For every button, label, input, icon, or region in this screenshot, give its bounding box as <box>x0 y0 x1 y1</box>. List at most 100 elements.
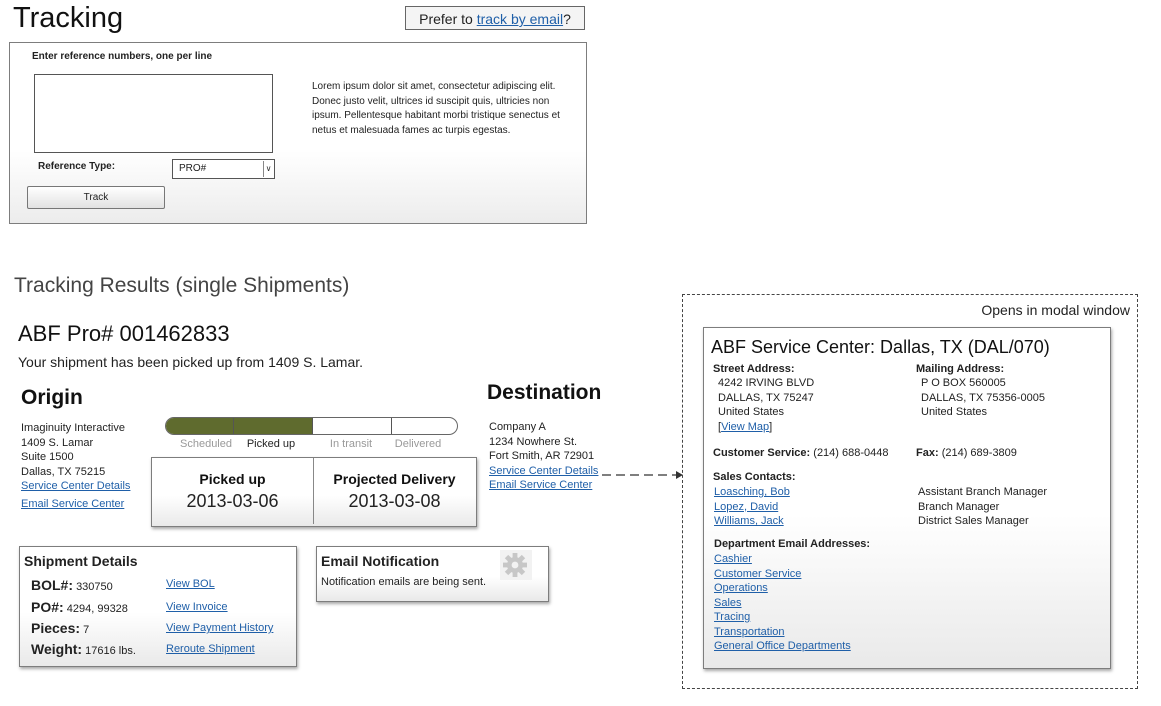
shipment-details-title: Shipment Details <box>24 553 138 569</box>
tracking-form-panel: Enter reference numbers, one per line Lo… <box>9 42 587 224</box>
projected-delivery-label: Projected Delivery <box>333 471 456 487</box>
department-emails-label: Department Email Addresses: <box>714 538 871 550</box>
shipment-status-message: Your shipment has been picked up from 14… <box>18 354 364 370</box>
email-suffix-text: ? <box>563 11 571 27</box>
detail-key: BOL#: <box>31 577 73 593</box>
reference-type-label: Reference Type: <box>38 161 116 172</box>
email-prefix-text: Prefer to <box>419 11 477 27</box>
reference-numbers-label: Enter reference numbers, one per line <box>32 51 213 62</box>
detail-row-po: PO#: 4294, 99328 <box>31 599 128 615</box>
progress-divider <box>312 418 313 434</box>
detail-value: 330750 <box>76 581 113 593</box>
street-line: United States <box>718 406 785 418</box>
origin-line: Dallas, TX 75215 <box>21 465 106 478</box>
projected-delivery-cell: Projected Delivery 2013-03-08 <box>314 458 475 524</box>
email-notification-title: Email Notification <box>321 553 440 569</box>
street-line: 4242 IRVING BLVD <box>718 377 815 389</box>
gear-icon[interactable] <box>500 550 532 580</box>
destination-line: Fort Smith, AR 72901 <box>489 450 595 463</box>
origin-address: Imaginuity Interactive 1409 S. Lamar Sui… <box>21 421 130 512</box>
street-address-label: Street Address: <box>713 363 795 375</box>
progress-fill <box>166 418 312 434</box>
view-payment-history-link[interactable]: View Payment History <box>166 622 273 634</box>
detail-value: 4294, 99328 <box>66 603 128 615</box>
detail-value: 7 <box>83 624 90 636</box>
department-email-link[interactable]: Tracing <box>714 611 750 623</box>
fax-row: Fax: (214) 689-3809 <box>916 446 1017 461</box>
stage-label-picked-up: Picked up <box>246 438 296 450</box>
stage-label-delivered: Delivered <box>394 438 442 450</box>
view-invoice-link[interactable]: View Invoice <box>166 601 228 613</box>
sales-contact-link[interactable]: Loasching, Bob <box>714 486 790 498</box>
department-email-link[interactable]: Customer Service <box>714 568 801 580</box>
sales-contact-roles: Assistant Branch Manager Branch Manager … <box>918 485 1047 529</box>
department-email-link[interactable]: Operations <box>714 582 768 594</box>
mailing-line: P O BOX 560005 <box>921 377 1006 389</box>
results-heading: Tracking Results (single Shipments) <box>14 274 350 297</box>
picked-up-date: 2013-03-06 <box>186 491 279 511</box>
customer-service-row: Customer Service: (214) 688-0448 <box>713 446 889 461</box>
destination-address: Company A 1234 Nowhere St. Fort Smith, A… <box>489 420 598 493</box>
department-email-link[interactable]: Cashier <box>714 553 752 565</box>
department-email-list: Cashier Customer Service Operations Sale… <box>714 552 851 654</box>
department-email-link[interactable]: Sales <box>714 597 742 609</box>
detail-key: Pieces: <box>31 620 81 636</box>
origin-service-center-link[interactable]: Service Center Details <box>21 480 130 492</box>
reference-type-value: PRO# <box>179 163 207 174</box>
sales-contact-role: Branch Manager <box>918 500 1000 513</box>
track-by-email-box: Prefer to track by email? <box>405 6 585 30</box>
mailing-line: United States <box>921 406 988 418</box>
sales-contacts-label: Sales Contacts: <box>713 471 796 483</box>
stage-label-in-transit: In transit <box>329 438 373 450</box>
view-bol-link[interactable]: View BOL <box>166 578 215 590</box>
destination-service-center-link[interactable]: Service Center Details <box>489 465 598 477</box>
picked-up-cell: Picked up 2013-03-06 <box>152 458 313 524</box>
mailing-address-label: Mailing Address: <box>916 363 1005 375</box>
street-address: 4242 IRVING BLVD DALLAS, TX 75247 United… <box>718 377 815 433</box>
service-center-modal: ABF Service Center: Dallas, TX (DAL/070)… <box>703 327 1111 669</box>
sales-contact-role: Assistant Branch Manager <box>918 486 1048 498</box>
modal-connector-arrow <box>602 471 683 479</box>
destination-email-service-center-link[interactable]: Email Service Center <box>489 479 592 491</box>
destination-title: Destination <box>487 381 602 404</box>
detail-row-bol: BOL#: 330750 <box>31 577 113 593</box>
reroute-shipment-link[interactable]: Reroute Shipment <box>166 643 255 655</box>
detail-row-weight: Weight: 17616 lbs. <box>31 641 136 657</box>
customer-service-label: Customer Service: <box>713 447 811 459</box>
chevron-down-icon[interactable]: ∨ <box>263 161 273 177</box>
department-email-link[interactable]: Transportation <box>714 626 785 638</box>
destination-line: Company A <box>489 421 546 433</box>
department-email-link[interactable]: General Office Departments <box>714 640 851 652</box>
track-by-email-link[interactable]: track by email <box>477 11 563 27</box>
shipment-progress-bar <box>165 417 458 435</box>
fax-label: Fax: <box>916 447 939 459</box>
sales-contact-link[interactable]: Williams, Jack <box>714 515 784 527</box>
origin-email-service-center-link[interactable]: Email Service Center <box>21 498 124 510</box>
destination-line: 1234 Nowhere St. <box>489 435 578 448</box>
origin-line: 1409 S. Lamar <box>21 436 94 449</box>
detail-key: Weight: <box>31 641 83 657</box>
origin-line: Suite 1500 <box>21 451 74 464</box>
shipment-details-panel: Shipment Details BOL#: 330750 View BOL P… <box>19 546 297 667</box>
sales-contact-names: Loasching, Bob Lopez, David Williams, Ja… <box>714 485 790 529</box>
sales-contact-role: District Sales Manager <box>918 515 1029 527</box>
pro-number: ABF Pro# 001462833 <box>18 321 230 346</box>
reference-numbers-input[interactable] <box>34 74 273 153</box>
customer-service-phone: (214) 688-0448 <box>813 447 889 459</box>
page-title: Tracking <box>13 2 124 34</box>
origin-title: Origin <box>21 386 83 409</box>
detail-row-pieces: Pieces: 7 <box>31 620 89 636</box>
email-notification-panel: Email Notification Notification emails a… <box>316 546 549 602</box>
view-map-link[interactable]: View Map <box>721 421 769 433</box>
track-button[interactable]: Track <box>27 186 165 209</box>
fax-number: (214) 689-3809 <box>941 447 1017 459</box>
mailing-line: DALLAS, TX 75356-0005 <box>921 391 1045 404</box>
reference-type-select[interactable]: PRO# ∨ <box>172 159 275 179</box>
progress-divider <box>391 418 392 434</box>
projected-delivery-date: 2013-03-08 <box>348 491 441 511</box>
sales-contact-link[interactable]: Lopez, David <box>714 501 778 513</box>
email-notification-text: Notification emails are being sent. <box>321 576 487 588</box>
picked-up-label: Picked up <box>199 471 266 487</box>
street-line: DALLAS, TX 75247 <box>718 391 814 404</box>
form-description: Lorem ipsum dolor sit amet, consectetur … <box>312 81 560 136</box>
